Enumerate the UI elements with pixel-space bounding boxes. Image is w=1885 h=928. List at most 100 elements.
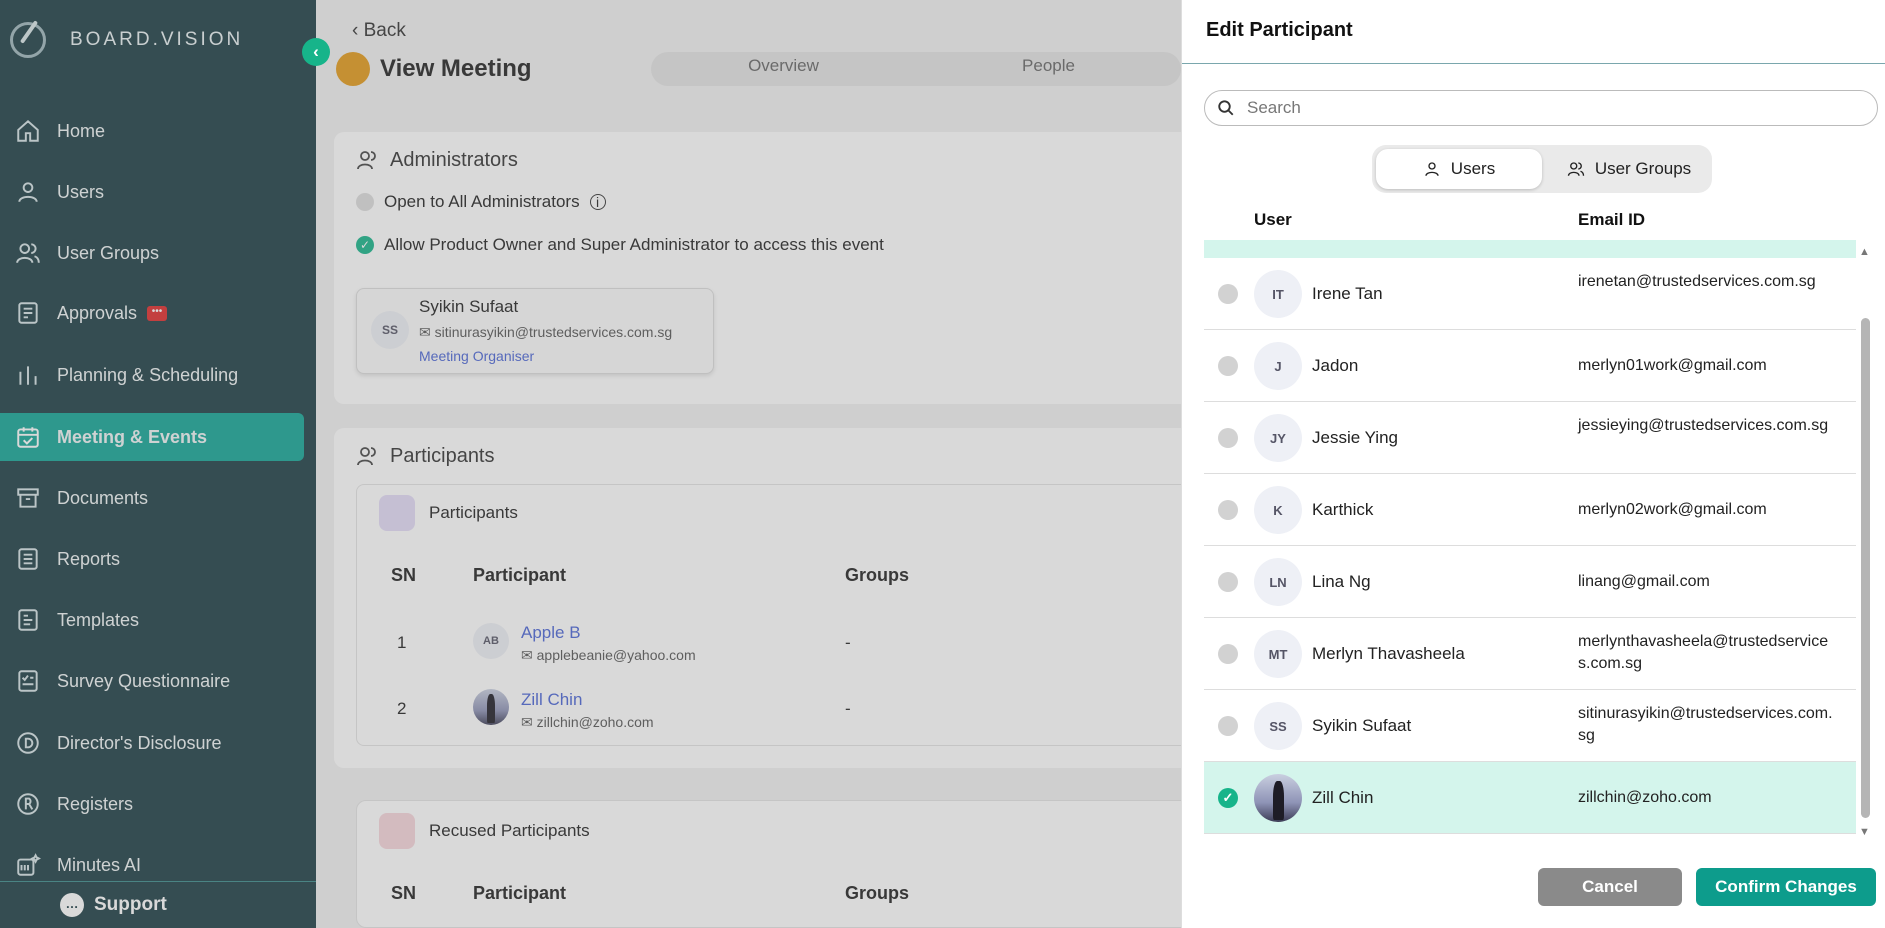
sidebar-item-label: Reports <box>57 548 121 569</box>
avatar: AB <box>473 623 509 659</box>
chat-icon: … <box>60 893 84 917</box>
allow-owner-option[interactable]: ✓ Allow Product Owner and Super Administ… <box>356 235 884 255</box>
administrators-title: Administrators <box>356 148 518 172</box>
avatar: LN <box>1254 558 1302 606</box>
table-row-selected[interactable]: ✓ Zill Chin zillchin@zoho.com <box>1204 762 1856 834</box>
sidebar-item-registers[interactable]: Registers <box>0 780 304 828</box>
participant-name-link[interactable]: Zill Chin <box>521 690 582 710</box>
table-row[interactable]: MT Merlyn Thavasheela merlynthavasheela@… <box>1204 618 1856 690</box>
col-participant: Participant <box>473 565 567 585</box>
table-row[interactable]: LN Lina Ng linang@gmail.com <box>1204 546 1856 618</box>
search-icon <box>1218 100 1234 116</box>
select-radio[interactable] <box>1218 356 1238 376</box>
template-icon <box>14 606 42 634</box>
search-input[interactable] <box>1247 98 1847 118</box>
calendar-check-icon <box>14 423 42 451</box>
table-row-partial <box>1204 240 1856 258</box>
scroll-thumb[interactable] <box>1861 318 1870 818</box>
select-radio[interactable] <box>1218 284 1238 304</box>
sidebar-item-label: Survey Questionnaire <box>57 670 231 691</box>
select-radio[interactable] <box>1218 500 1238 520</box>
user-icon <box>1425 162 1439 176</box>
tab-people[interactable]: People <box>916 52 1181 86</box>
users-icon <box>1567 162 1584 176</box>
sidebar-item-survey[interactable]: Survey Questionnaire <box>0 657 304 705</box>
sidebar-item-planning[interactable]: Planning & Scheduling <box>0 351 304 399</box>
users-icon <box>357 447 376 466</box>
table-row[interactable]: SS Syikin Sufaat sitinurasyikin@trusteds… <box>1204 690 1856 762</box>
support-button[interactable]: … Support <box>0 881 316 928</box>
back-link[interactable]: ‹ Back <box>352 20 406 42</box>
collapse-sidebar-button[interactable]: ‹ <box>302 38 330 66</box>
organiser-card: SS Syikin Sufaat ✉ sitinurasyikin@truste… <box>356 288 714 374</box>
scroll-down-icon[interactable]: ▼ <box>1859 826 1870 838</box>
user-name: Irene Tan <box>1312 284 1383 303</box>
table-row[interactable]: IT Irene Tan irenetan@trustedservices.co… <box>1204 258 1856 330</box>
d-circle-icon <box>14 729 42 757</box>
tab-overview[interactable]: Overview <box>651 52 916 86</box>
sidebar-item-templates[interactable]: Templates <box>0 596 304 644</box>
confirm-changes-button[interactable]: Confirm Changes <box>1696 868 1876 906</box>
check-icon[interactable]: ✓ <box>1218 788 1238 808</box>
participant-email-text: zillchin@zoho.com <box>536 714 654 730</box>
tab-user-groups[interactable]: User Groups <box>1550 149 1708 189</box>
tab-users[interactable]: Users <box>1376 149 1542 189</box>
brand-name: BOARD.VISION <box>70 29 244 50</box>
sidebar-item-reports[interactable]: Reports <box>0 535 304 583</box>
users-icon <box>357 151 376 170</box>
logo-icon <box>10 22 46 58</box>
sidebar-item-label: Documents <box>57 487 149 508</box>
user-name: Jadon <box>1312 356 1359 375</box>
sidebar-item-label: User Groups <box>57 242 160 263</box>
participants-table: Participants SN Participant Groups 1 AB … <box>356 484 1194 746</box>
row-groups: - <box>845 633 851 652</box>
scrollbar[interactable]: ▲ ▼ <box>1858 246 1872 838</box>
user-name: Syikin Sufaat <box>1312 716 1412 735</box>
survey-icon <box>14 667 42 695</box>
row-groups: - <box>845 699 851 718</box>
table-row[interactable]: K Karthick merlyn02work@gmail.com <box>1204 474 1856 546</box>
sidebar-item-meeting-events[interactable]: Meeting & Events <box>0 413 304 461</box>
scroll-up-icon[interactable]: ▲ <box>1859 246 1870 258</box>
r-circle-icon <box>14 790 42 818</box>
sidebar-item-documents[interactable]: Documents <box>0 474 304 522</box>
user-name: Zill Chin <box>1312 788 1374 807</box>
cancel-button[interactable]: Cancel <box>1538 868 1682 906</box>
avatar: SS <box>371 311 409 349</box>
col-participant: Participant <box>473 883 567 903</box>
panel-header: Edit Participant <box>1182 0 1885 64</box>
sidebar-item-approvals[interactable]: Approvals ••• <box>0 289 304 337</box>
user-email: irenetan@trustedservices.com.sg <box>1578 273 1816 290</box>
sidebar-item-users[interactable]: Users <box>0 168 304 216</box>
back-label: Back <box>363 20 406 41</box>
sidebar-item-disclosure[interactable]: Director's Disclosure <box>0 719 304 767</box>
sidebar-item-user-groups[interactable]: User Groups <box>0 229 304 277</box>
participant-email: ✉ applebeanie@yahoo.com <box>521 647 696 663</box>
participants-title-text: Participants <box>390 444 495 467</box>
participant-name-link[interactable]: Apple B <box>521 623 581 643</box>
radio-icon <box>356 193 374 211</box>
clipboard-icon <box>14 299 42 327</box>
user-email: merlyn01work@gmail.com <box>1578 357 1767 374</box>
user-name: Merlyn Thavasheela <box>1312 644 1465 663</box>
support-label: Support <box>94 894 167 915</box>
search-box <box>1204 90 1878 126</box>
open-all-admins-option[interactable]: Open to All Administrators i <box>356 192 606 212</box>
brand[interactable]: BOARD.VISION <box>10 22 243 58</box>
meeting-icon <box>336 52 370 86</box>
col-user: User <box>1254 210 1292 229</box>
sidebar-item-label: Registers <box>57 793 134 814</box>
col-email: Email ID <box>1578 210 1646 229</box>
select-radio[interactable] <box>1218 428 1238 448</box>
administrators-card: Administrators Open to All Administrator… <box>334 132 1194 404</box>
select-radio[interactable] <box>1218 644 1238 664</box>
table-row[interactable]: J Jadon merlyn01work@gmail.com <box>1204 330 1856 402</box>
table-row[interactable]: JY Jessie Ying jessieying@trustedservice… <box>1204 402 1856 474</box>
select-radio[interactable] <box>1218 572 1238 592</box>
sidebar-item-home[interactable]: Home <box>0 107 304 155</box>
check-icon: ✓ <box>356 236 374 254</box>
allow-owner-label: Allow Product Owner and Super Administra… <box>384 235 884 254</box>
select-radio[interactable] <box>1218 716 1238 736</box>
avatar <box>473 689 509 725</box>
organiser-email-text: sitinurasyikin@trustedservices.com.sg <box>434 324 673 340</box>
